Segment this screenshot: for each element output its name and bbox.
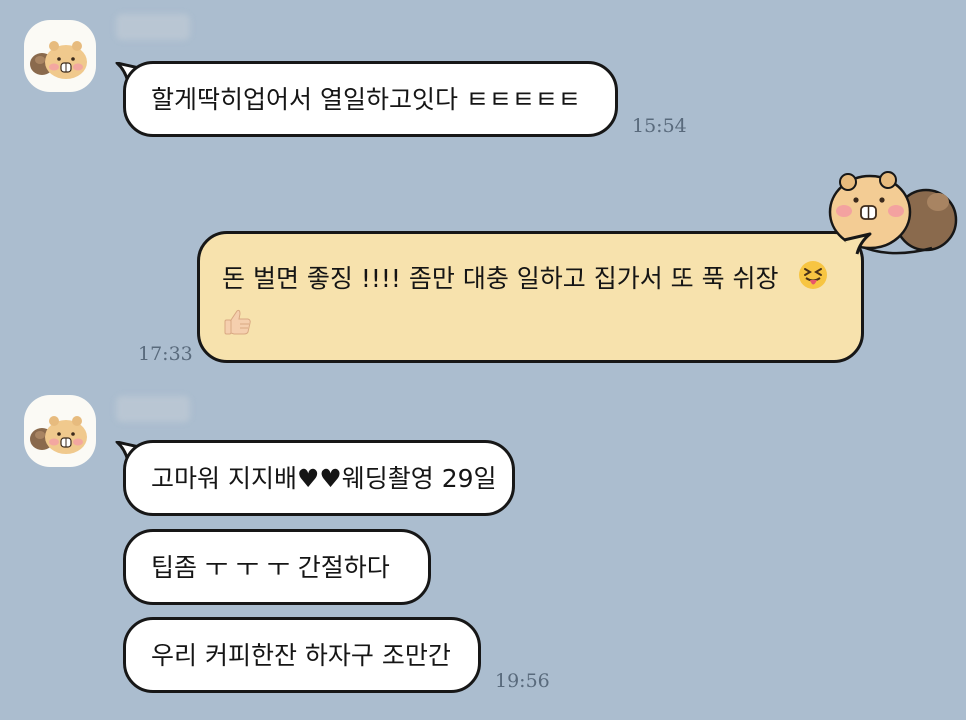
- message-text: 고마워 지지배♥♥웨딩촬영 29일: [151, 464, 497, 493]
- message-text: 우리 커피한잔 하자구 조만간: [151, 641, 451, 670]
- message-timestamp: 19:56: [495, 670, 550, 692]
- message-text: 팁좀 ㅜ ㅜ ㅜ 간절하다: [151, 553, 390, 582]
- incoming-message-bubble[interactable]: 할게딱히업어서 열일하고잇다 ㅌㅌㅌㅌㅌ: [123, 61, 618, 137]
- outgoing-message-bubble[interactable]: 돈 벌면 좋징 !!!! 좀만 대충 일하고 집가서 또 푹 쉬장: [197, 231, 864, 363]
- incoming-message-bubble[interactable]: 팁좀 ㅜ ㅜ ㅜ 간절하다: [123, 529, 431, 605]
- message-timestamp: 15:54: [632, 115, 687, 137]
- bubble-tail: [843, 232, 872, 255]
- incoming-message-bubble[interactable]: 고마워 지지배♥♥웨딩촬영 29일: [123, 440, 515, 516]
- contact-name-redacted: [116, 14, 190, 40]
- message-text: 돈 벌면 좋징 !!!! 좀만 대충 일하고 집가서 또 푹 쉬장: [222, 264, 779, 293]
- contact-name-redacted: [116, 396, 190, 422]
- message-timestamp: 17:33: [138, 343, 193, 365]
- thumbs-up-emoji: [222, 305, 256, 349]
- hamster-character-icon: [30, 41, 87, 79]
- message-text: 할게딱히업어서 열일하고잇다 ㅌㅌㅌㅌㅌ: [151, 85, 581, 114]
- squinting-tongue-emoji: [797, 259, 829, 301]
- hamster-character-icon: [30, 416, 87, 454]
- incoming-message-bubble[interactable]: 우리 커피한잔 하자구 조만간: [123, 617, 481, 693]
- contact-avatar[interactable]: [24, 395, 96, 467]
- contact-avatar[interactable]: [24, 20, 96, 92]
